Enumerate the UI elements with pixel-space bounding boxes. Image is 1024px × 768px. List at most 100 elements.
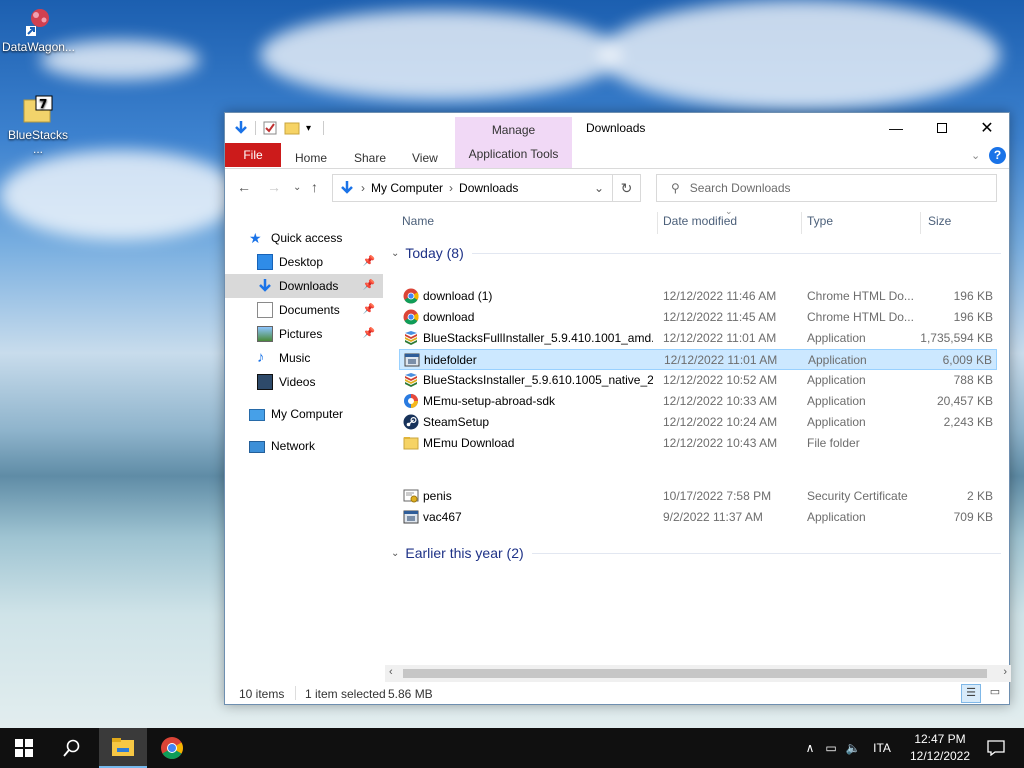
file-name: download (1) <box>423 289 493 303</box>
sidebar-item-documents[interactable]: Documents 📌 <box>225 298 383 322</box>
sidebar-item-desktop[interactable]: Desktop 📌 <box>225 250 383 274</box>
clock[interactable]: 12:47 PM 12/12/2022 <box>906 731 974 765</box>
file-date-modified: 9/2/2022 11:37 AM <box>663 510 763 524</box>
column-header-size[interactable]: Size <box>928 214 951 234</box>
file-row[interactable]: MEmu Download 12/12/2022 10:43 AM File fol… <box>399 433 997 454</box>
details-view-button[interactable]: ☰ <box>961 684 981 703</box>
volume-icon[interactable]: 🔈 <box>842 741 864 755</box>
refresh-button[interactable]: ↻ <box>613 174 641 202</box>
file-row[interactable]: SteamSetup 12/12/2022 10:24 AM Application… <box>399 412 997 433</box>
file-name: BlueStacksInstaller_5.9.610.1005_native_… <box>423 373 653 387</box>
computer-icon <box>249 409 265 421</box>
search-placeholder: Search Downloads <box>689 181 791 195</box>
minimize-button[interactable]: — <box>873 113 919 143</box>
tab-file[interactable]: File <box>225 143 281 167</box>
tab-application-tools[interactable]: Application Tools <box>455 147 572 161</box>
breadcrumb-downloads[interactable]: Downloads <box>459 181 518 195</box>
properties-icon[interactable] <box>262 120 278 136</box>
sidebar-item-quick-access[interactable]: ★ Quick access <box>249 226 383 250</box>
pin-icon[interactable]: 📌 <box>363 328 375 339</box>
taskbar-file-explorer[interactable] <box>99 728 147 768</box>
sidebar-item-my-computer[interactable]: My Computer <box>249 402 383 426</box>
tab-home[interactable]: Home <box>295 147 327 169</box>
search-input[interactable]: ⚲ Search Downloads <box>656 174 997 202</box>
file-row[interactable]: penis 10/17/2022 7:58 PM Security Certific… <box>399 486 997 507</box>
large-icons-view-button[interactable]: ▭ <box>985 684 1005 703</box>
file-row[interactable]: MEmu-setup-abroad-sdk 12/12/2022 10:33 AM… <box>399 391 997 412</box>
tab-share[interactable]: Share <box>354 147 386 169</box>
close-button[interactable]: ✕ <box>964 113 1010 143</box>
pin-icon[interactable]: 📌 <box>363 304 375 315</box>
scroll-left-icon[interactable]: ‹ <box>389 666 393 678</box>
new-folder-icon[interactable] <box>284 120 300 136</box>
file-row[interactable]: vac467 9/2/2022 11:37 AM Application 709 KB <box>399 507 997 528</box>
sidebar-item-downloads[interactable]: Downloads 📌 <box>225 274 383 298</box>
chevron-down-icon[interactable]: ▾ <box>306 123 311 134</box>
file-row[interactable]: BlueStacksInstaller_5.9.610.1005_native_… <box>399 370 997 391</box>
manage-tab-label[interactable]: Manage <box>455 123 572 137</box>
recent-locations-button[interactable]: ⌄ <box>293 182 301 193</box>
search-button[interactable] <box>48 728 96 768</box>
taskbar: ∧ ▭ 🔈 ITA 12:47 PM 12/12/2022 <box>0 728 1024 768</box>
title-bar[interactable]: ▾ Downloads — ✕ <box>225 113 1009 143</box>
help-icon[interactable]: ? <box>989 147 1006 164</box>
bluestacks-icon <box>403 372 419 388</box>
file-date-modified: 10/17/2022 7:58 PM <box>663 489 772 503</box>
forward-button[interactable]: → <box>267 179 281 195</box>
language-indicator[interactable]: ITA <box>864 741 900 755</box>
sidebar-item-network[interactable]: Network <box>249 434 383 458</box>
music-icon: ♪ <box>257 349 265 366</box>
horizontal-scrollbar[interactable]: ‹ › <box>385 665 1011 682</box>
file-size: 788 KB <box>953 373 993 387</box>
sidebar-item-pictures[interactable]: Pictures 📌 <box>225 322 383 346</box>
action-center-button[interactable] <box>976 728 1016 768</box>
file-type: Chrome HTML Do... <box>807 289 914 303</box>
file-name: hidefolder <box>424 353 477 367</box>
column-separator[interactable] <box>801 212 802 234</box>
scrollbar-thumb[interactable] <box>403 669 987 678</box>
file-date-modified: 12/12/2022 11:01 AM <box>663 331 777 345</box>
desktop-icon-datawagon[interactable]: DataWagon... <box>2 6 75 54</box>
downloads-icon <box>259 279 271 292</box>
pin-icon[interactable]: 📌 <box>363 280 375 291</box>
breadcrumb-my-computer[interactable]: My Computer <box>371 181 443 195</box>
pin-icon[interactable]: 📌 <box>363 256 375 267</box>
address-bar[interactable]: › My Computer › Downloads ⌄ <box>332 174 613 202</box>
column-separator[interactable] <box>920 212 921 234</box>
minimize-icon: — <box>889 120 903 136</box>
back-button[interactable]: ← <box>237 179 251 195</box>
taskbar-chrome[interactable] <box>148 728 196 768</box>
tab-view[interactable]: View <box>412 147 438 169</box>
column-header-date-modified[interactable]: Date modified <box>663 214 737 234</box>
group-header-today[interactable]: ⌄ Today (8) <box>391 245 1001 261</box>
sidebar-item-music[interactable]: ♪ Music <box>225 346 383 370</box>
file-row[interactable]: BlueStacksFullInstaller_5.9.410.1001_amd… <box>399 328 997 349</box>
file-name: MEmu-setup-abroad-sdk <box>423 394 556 408</box>
file-row[interactable]: download 12/12/2022 11:45 AM Chrome HTML D… <box>399 307 997 328</box>
bluestacks-icon <box>403 330 419 346</box>
column-header-type[interactable]: Type <box>807 214 833 234</box>
item-count: 10 items <box>239 687 285 701</box>
file-row[interactable]: download (1) 12/12/2022 11:46 AM Chrome HT… <box>399 286 997 307</box>
desktop-icon-bluestacks[interactable]: 7 BlueStacks ... <box>2 94 74 156</box>
network-icon[interactable]: ▭ <box>820 741 842 755</box>
sidebar-item-label: My Computer <box>271 407 344 421</box>
expand-ribbon-icon[interactable]: ⌄ <box>971 149 980 162</box>
group-header-earlier[interactable]: ⌄ Earlier this year (2) <box>391 545 1001 561</box>
address-dropdown-icon[interactable]: ⌄ <box>594 181 604 195</box>
sidebar-item-videos[interactable]: Videos <box>225 370 383 394</box>
close-icon: ✕ <box>980 120 994 137</box>
column-header-name[interactable]: Name <box>402 214 434 234</box>
desktop-icon-label: BlueStacks ... <box>7 128 69 156</box>
start-button[interactable] <box>0 728 48 768</box>
maximize-button[interactable] <box>919 113 965 143</box>
navigation-bar: ← → ⌄ ↑ › My Computer › Downloads ⌄ ↻ ⚲ … <box>225 170 1009 206</box>
column-separator[interactable] <box>657 212 658 234</box>
pictures-icon <box>257 326 273 342</box>
file-row[interactable]: hidefolder 12/12/2022 11:01 AM Application… <box>399 349 997 370</box>
show-hidden-icons-icon[interactable]: ∧ <box>800 741 820 755</box>
file-name: SteamSetup <box>423 415 490 429</box>
downloads-icon[interactable] <box>233 120 249 136</box>
up-button[interactable]: ↑ <box>311 179 318 195</box>
scroll-right-icon[interactable]: › <box>1003 666 1007 678</box>
